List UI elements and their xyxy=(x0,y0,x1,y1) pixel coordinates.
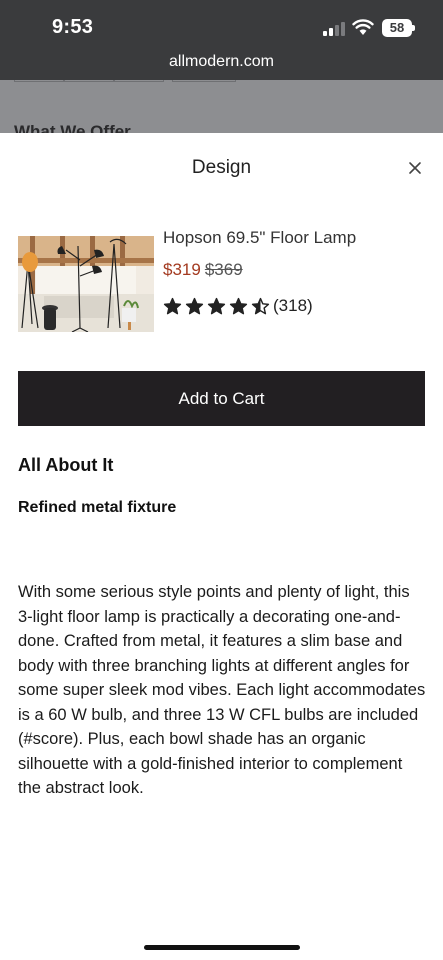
product-description: With some serious style points and plent… xyxy=(18,583,426,797)
price-row: $319 $369 xyxy=(163,260,243,280)
review-count: (318) xyxy=(273,296,313,315)
product-sheet: Design Hopson 69.5" Floor Lamp $319$369 xyxy=(0,133,443,960)
original-price: $369 xyxy=(204,260,243,279)
star-full-icon xyxy=(163,297,182,314)
sheet-title: Design xyxy=(191,157,252,178)
backdrop-tabs xyxy=(14,80,430,84)
star-full-icon xyxy=(185,297,204,314)
sale-price: $319 xyxy=(163,260,201,279)
home-indicator[interactable] xyxy=(144,945,300,950)
product-image xyxy=(18,236,154,332)
url-bar[interactable]: allmodern.com xyxy=(0,50,443,80)
star-full-icon xyxy=(229,297,248,314)
product-name[interactable]: Hopson 69.5" Floor Lamp xyxy=(163,228,356,248)
status-bar: 9:53 58 xyxy=(0,0,443,50)
star-half-icon xyxy=(251,297,270,314)
rating[interactable]: (318) xyxy=(163,296,313,316)
section-heading: All About It xyxy=(18,455,114,475)
add-to-cart-button[interactable]: Add to Cart xyxy=(18,371,425,426)
wifi-icon xyxy=(352,19,374,35)
cellular-signal-icon xyxy=(323,22,345,36)
page-backdrop[interactable]: What We Offer xyxy=(0,80,443,135)
close-icon[interactable] xyxy=(404,157,426,179)
feature-heading: Refined metal fixture xyxy=(18,499,177,516)
rating-stars xyxy=(163,297,270,316)
clock: 9:53 xyxy=(52,16,94,38)
battery-icon: 58 xyxy=(382,19,415,37)
star-full-icon xyxy=(207,297,226,314)
